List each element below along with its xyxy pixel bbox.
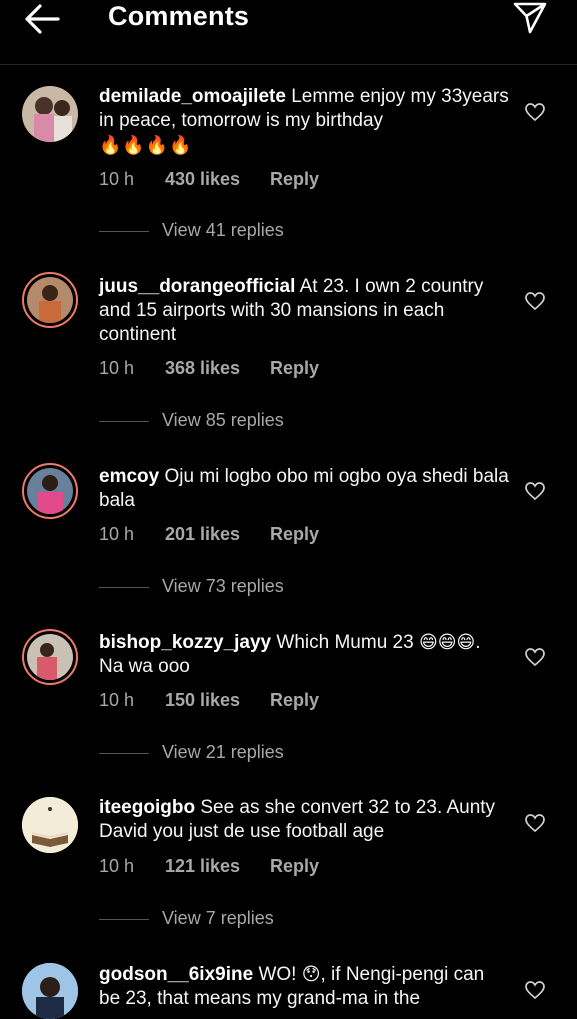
comment-username[interactable]: iteegoigbo xyxy=(99,797,195,818)
like-heart-icon[interactable] xyxy=(524,102,546,122)
header: Comments xyxy=(0,0,577,64)
like-heart-icon[interactable] xyxy=(524,481,546,501)
like-heart-icon[interactable] xyxy=(524,291,546,311)
surprised-emoji: 😯 xyxy=(301,964,321,984)
view-replies-button[interactable]: View 21 replies xyxy=(99,742,359,766)
comment-text-before: Which Mumu 23 xyxy=(276,632,414,653)
laughing-emoji: 😄😄😄 xyxy=(418,632,476,652)
avatar[interactable] xyxy=(22,963,78,1019)
reply-button[interactable]: Reply xyxy=(270,690,319,711)
view-replies-label: View 7 replies xyxy=(162,908,274,928)
replies-divider-line xyxy=(99,919,149,920)
comment-username[interactable]: juus__dorangeofficial xyxy=(99,276,295,297)
replies-divider-line xyxy=(99,421,149,422)
comment-username[interactable]: emcoy xyxy=(99,466,159,487)
comment-time: 10 h xyxy=(99,524,135,544)
view-replies-button[interactable]: View 73 replies xyxy=(99,576,359,600)
like-heart-icon[interactable] xyxy=(524,980,546,1000)
send-icon xyxy=(513,2,547,34)
avatar[interactable] xyxy=(22,272,78,328)
comment-body: juus__dorangeofficial At 23. I own 2 cou… xyxy=(99,275,509,347)
view-replies-label: View 21 replies xyxy=(162,742,284,762)
avatar[interactable] xyxy=(22,797,78,853)
replies-divider-line xyxy=(99,753,149,754)
comment-time: 10 h xyxy=(99,358,135,378)
comment-username[interactable]: demilade_omoajilete xyxy=(99,86,286,107)
avatar-photo xyxy=(22,86,78,142)
comment-username[interactable]: godson__6ix9ine xyxy=(99,964,253,985)
arrow-left-icon xyxy=(25,4,60,34)
comment-body: emcoy Oju mi logbo obo mi ogbo oya shedi… xyxy=(99,465,509,513)
likes-count[interactable]: 121 likes xyxy=(165,856,240,877)
comment-username[interactable]: bishop_kozzy_jayy xyxy=(99,632,271,653)
reply-button[interactable]: Reply xyxy=(270,524,319,545)
like-heart-icon[interactable] xyxy=(524,813,546,833)
view-replies-button[interactable]: View 7 replies xyxy=(99,908,359,932)
back-button[interactable] xyxy=(22,2,62,36)
like-heart-icon[interactable] xyxy=(524,647,546,667)
comment-body: demilade_omoajilete Lemme enjoy my 33yea… xyxy=(99,85,509,158)
reply-button[interactable]: Reply xyxy=(270,856,319,877)
likes-count[interactable]: 368 likes xyxy=(165,358,240,379)
likes-count[interactable]: 201 likes xyxy=(165,524,240,545)
share-button[interactable] xyxy=(512,0,548,36)
view-replies-label: View 85 replies xyxy=(162,410,284,430)
comment-body: bishop_kozzy_jayy Which Mumu 23 😄😄😄. Na … xyxy=(99,630,509,679)
avatar-photo xyxy=(27,634,73,680)
reply-button[interactable]: Reply xyxy=(270,169,319,190)
header-divider xyxy=(0,64,577,65)
comment-body: godson__6ix9ine WO! 😯, if Nengi-pengi ca… xyxy=(99,962,509,1011)
comment-body: iteegoigbo See as she convert 32 to 23. … xyxy=(99,796,509,844)
comment-time: 10 h xyxy=(99,169,135,189)
likes-count[interactable]: 150 likes xyxy=(165,690,240,711)
comment-time: 10 h xyxy=(99,856,135,876)
view-replies-button[interactable]: View 85 replies xyxy=(99,410,359,434)
avatar-photo xyxy=(27,277,73,323)
reply-button[interactable]: Reply xyxy=(270,358,319,379)
page-title: Comments xyxy=(108,1,250,31)
view-replies-label: View 73 replies xyxy=(162,576,284,596)
replies-divider-line xyxy=(99,587,149,588)
avatar[interactable] xyxy=(22,86,78,142)
avatar[interactable] xyxy=(22,463,78,519)
comment-text-before: WO! xyxy=(258,964,297,985)
view-replies-button[interactable]: View 41 replies xyxy=(99,220,359,244)
comment-time: 10 h xyxy=(99,690,135,710)
fire-emoji: 🔥🔥🔥🔥 xyxy=(99,135,193,155)
replies-divider-line xyxy=(99,231,149,232)
avatar[interactable] xyxy=(22,629,78,685)
likes-count[interactable]: 430 likes xyxy=(165,169,240,190)
comment-text: Oju mi logbo obo mi ogbo oya shedi bala … xyxy=(99,466,509,511)
avatar-bible-image xyxy=(22,797,78,853)
avatar-photo xyxy=(22,963,78,1019)
avatar-photo xyxy=(27,468,73,514)
view-replies-label: View 41 replies xyxy=(162,220,284,240)
